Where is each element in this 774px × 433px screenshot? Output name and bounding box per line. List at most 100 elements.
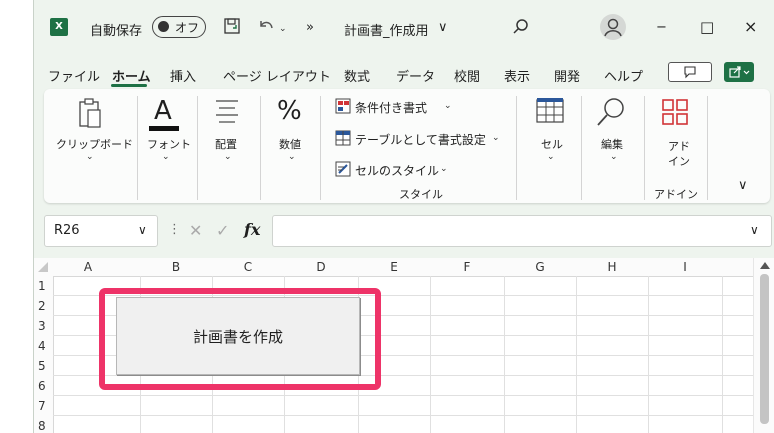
tab-insert[interactable]: 挿入 [170, 66, 196, 85]
tab-data[interactable]: データ [396, 66, 435, 85]
cell-styles-label[interactable]: セルのスタイル [355, 162, 439, 179]
excel-logo-icon: X [50, 18, 68, 36]
name-box-value: R26 [54, 223, 80, 238]
grid-line [53, 415, 765, 416]
alignment-dropdown-icon[interactable]: ⌄ [224, 152, 232, 162]
tab-help[interactable]: ヘルプ [604, 66, 643, 85]
format-as-table-label[interactable]: テーブルとして書式設定 [355, 131, 486, 148]
format-as-table-icon[interactable] [335, 130, 351, 146]
editing-label[interactable]: 編集 [601, 136, 623, 152]
format-as-table-dropdown-icon[interactable]: ⌄ [492, 133, 500, 143]
number-dropdown-icon[interactable]: ⌄ [288, 152, 296, 162]
comments-button[interactable] [668, 62, 712, 82]
cell-styles-dropdown-icon[interactable]: ⌄ [440, 164, 448, 174]
avatar[interactable] [600, 14, 626, 40]
search-icon[interactable] [512, 18, 530, 36]
toggle-knob [158, 21, 169, 32]
vertical-scrollbar[interactable] [753, 258, 774, 433]
row-header[interactable]: 1 [34, 276, 57, 296]
insert-function-icon[interactable]: fx [244, 220, 260, 239]
share-button[interactable] [724, 62, 754, 82]
cell-styles-icon[interactable] [335, 161, 351, 177]
autosave-toggle[interactable]: オフ [152, 16, 206, 38]
row-header[interactable]: 4 [34, 336, 57, 356]
grid-line [53, 395, 765, 396]
clipboard-icon[interactable] [78, 96, 102, 130]
select-all-icon[interactable] [38, 262, 48, 272]
row-header[interactable]: 8 [34, 416, 57, 433]
column-header[interactable]: B [140, 258, 212, 276]
ribbon-divider [581, 96, 582, 200]
ribbon-divider [644, 96, 645, 200]
font-label[interactable]: フォント [147, 136, 191, 152]
chevron-down-icon[interactable]: ∨ [438, 20, 448, 35]
column-header[interactable]: C [212, 258, 284, 276]
scroll-thumb[interactable] [760, 274, 769, 424]
save-icon[interactable] [224, 18, 240, 34]
conditional-format-dropdown-icon[interactable]: ⌄ [444, 101, 452, 111]
row-header[interactable]: 2 [34, 296, 57, 316]
cancel-icon[interactable]: ✕ [189, 221, 202, 240]
conditional-format-label[interactable]: 条件付き書式 [355, 99, 427, 116]
more-commands-icon[interactable]: » [306, 20, 314, 35]
tab-review[interactable]: 校閲 [454, 66, 480, 85]
conditional-format-icon[interactable] [335, 98, 351, 114]
editing-search-icon[interactable] [594, 96, 628, 128]
alignment-label[interactable]: 配置 [215, 136, 237, 152]
cells-icon[interactable] [534, 96, 566, 126]
addins-label-line2[interactable]: イン [668, 153, 690, 169]
formula-bar-grip-icon[interactable]: ⋮ [168, 222, 181, 237]
font-icon[interactable]: A [154, 96, 172, 126]
formula-input[interactable] [272, 215, 772, 247]
font-dropdown-icon[interactable]: ⌄ [162, 152, 170, 162]
addins-label-line1[interactable]: アド [668, 138, 690, 154]
font-color-bar [149, 126, 179, 131]
clipboard-dropdown-icon[interactable]: ⌄ [86, 152, 94, 162]
autosave-label: 自動保存 [90, 24, 143, 39]
enter-icon[interactable]: ✓ [216, 221, 229, 240]
column-header[interactable]: H [576, 258, 648, 276]
column-header[interactable]: E [358, 258, 430, 276]
row-header[interactable]: 5 [34, 356, 57, 376]
ribbon-divider [260, 96, 261, 200]
name-box-chevron-icon[interactable]: ∨ [138, 223, 147, 237]
ribbon-divider [197, 96, 198, 200]
percent-icon[interactable]: % [277, 96, 302, 126]
addins-group-label: アドイン [654, 188, 698, 201]
ribbon-divider [516, 96, 517, 200]
row-header[interactable]: 6 [34, 376, 57, 396]
tab-developer[interactable]: 開発 [554, 66, 580, 85]
scroll-up-icon[interactable] [760, 262, 770, 269]
file-name[interactable]: 計画書_作成用 [344, 20, 429, 39]
autosave-state: オフ [175, 21, 200, 35]
cells-label[interactable]: セル [541, 136, 563, 152]
clipboard-label[interactable]: クリップボード [56, 136, 133, 152]
undo-dropdown-icon[interactable]: ⌄ [279, 24, 287, 34]
addins-icon[interactable] [661, 98, 689, 126]
column-header[interactable]: A [53, 258, 123, 276]
editing-dropdown-icon[interactable]: ⌄ [610, 152, 618, 162]
active-tab-indicator [111, 84, 147, 87]
undo-icon[interactable] [256, 16, 276, 36]
styles-group-label: スタイル [399, 188, 443, 201]
tab-formulas[interactable]: 数式 [344, 66, 370, 85]
maximize-icon[interactable]: □ [700, 18, 714, 36]
tab-view[interactable]: 表示 [504, 66, 530, 85]
tab-page-layout[interactable]: ページ レイアウト [223, 66, 331, 85]
row-header[interactable]: 7 [34, 396, 57, 416]
row-header[interactable]: 3 [34, 316, 57, 336]
cells-dropdown-icon[interactable]: ⌄ [547, 152, 555, 162]
collapse-ribbon-icon[interactable]: ∨ [738, 178, 748, 193]
tab-file[interactable]: ファイル [48, 66, 100, 85]
column-header[interactable]: I [648, 258, 722, 276]
tab-home[interactable]: ホーム [112, 66, 151, 85]
column-header[interactable]: D [284, 258, 358, 276]
number-label[interactable]: 数値 [279, 136, 301, 152]
close-icon[interactable]: × [744, 17, 757, 36]
minimize-icon[interactable]: − [656, 20, 667, 35]
expand-formula-bar-icon[interactable]: ∨ [750, 223, 759, 237]
column-header[interactable]: G [504, 258, 576, 276]
excel-window: X 自動保存 オフ ⌄ » 計画書_作成用 ∨ − □ × ファイル ホーム 挿… [33, 0, 774, 433]
column-header[interactable]: F [430, 258, 504, 276]
alignment-icon[interactable] [215, 99, 239, 125]
